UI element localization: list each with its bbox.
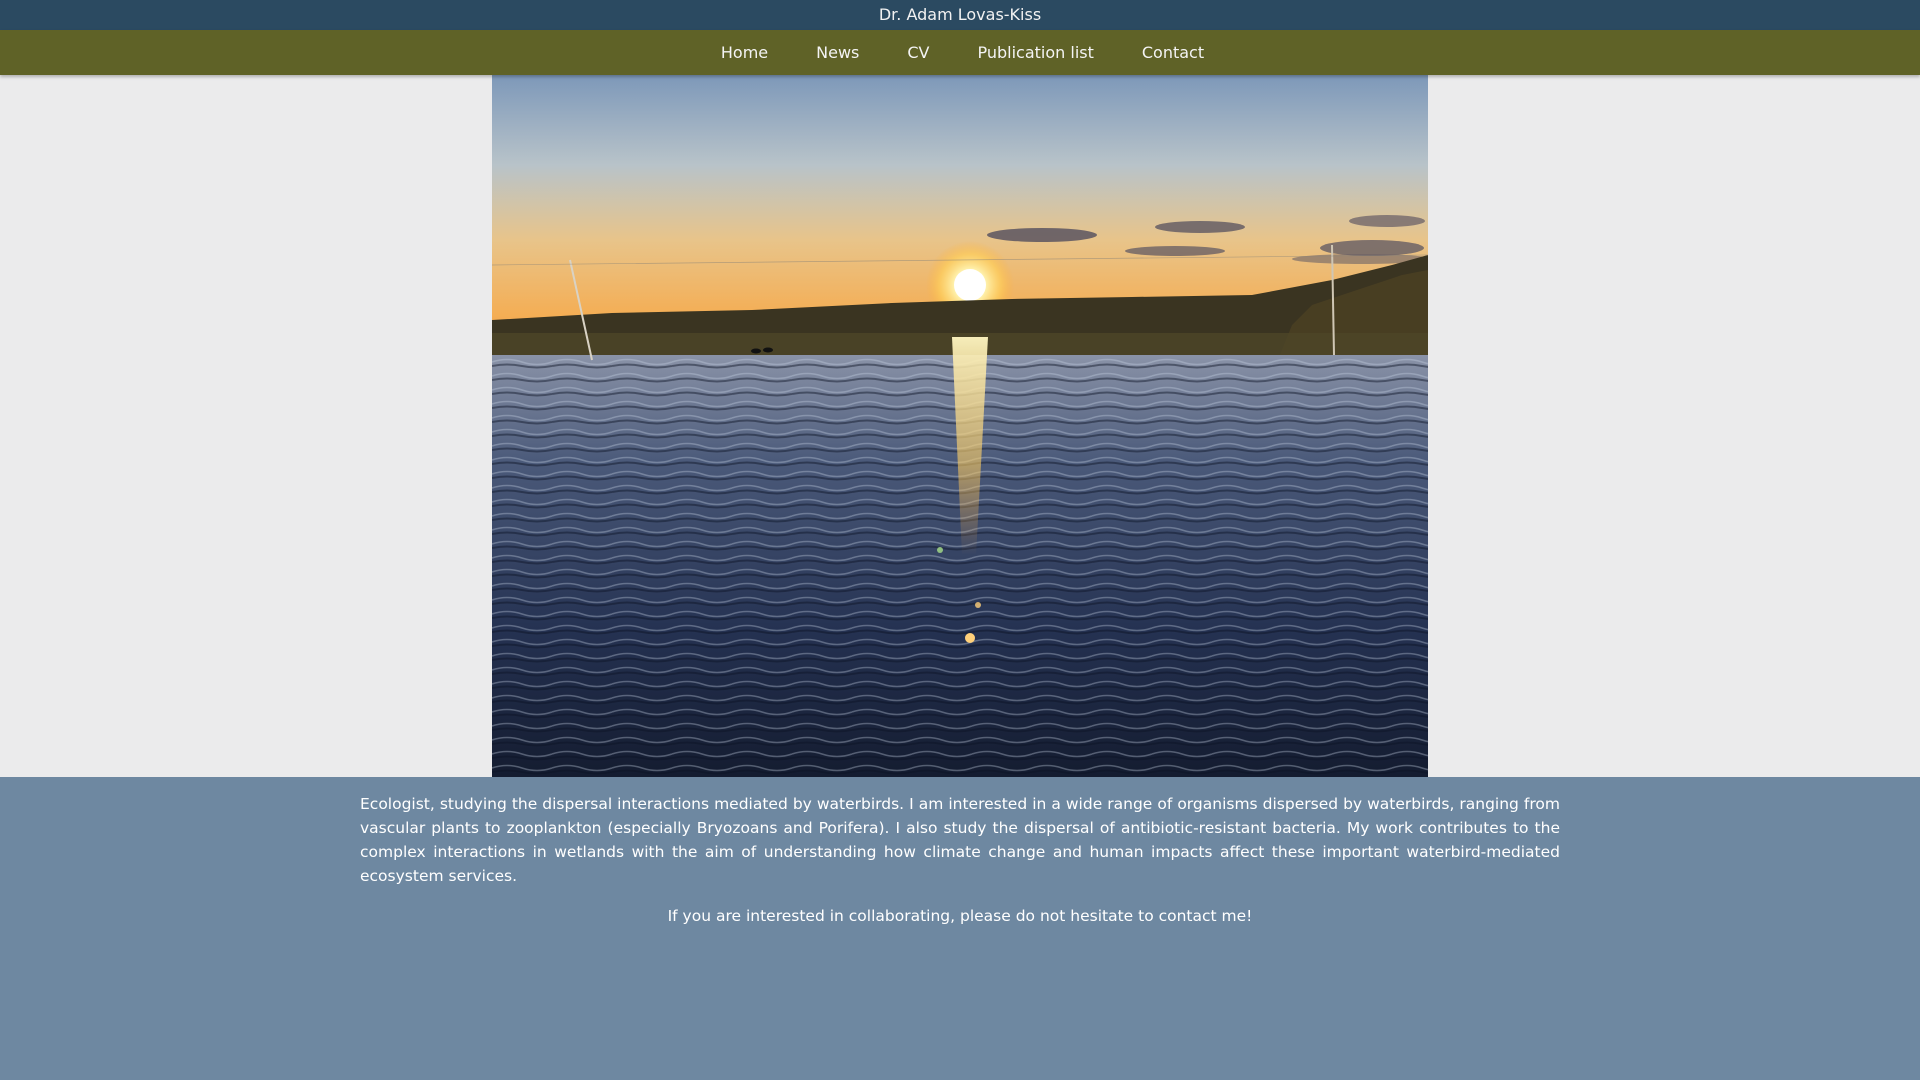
nav-item-cv[interactable]: CV — [907, 43, 929, 62]
site-title: Dr. Adam Lovas-Kiss — [878, 5, 1042, 24]
nav-item-home[interactable]: Home — [721, 43, 768, 62]
main-nav: Home News CV Publication list Contact — [0, 30, 1920, 75]
collaboration-note: If you are interested in collaborating, … — [667, 907, 1253, 925]
nav-item-news[interactable]: News — [816, 43, 859, 62]
bio-paragraph: Ecologist, studying the dispersal intera… — [360, 795, 1560, 885]
hero-image — [492, 75, 1428, 777]
nav-item-publication-list[interactable]: Publication list — [977, 43, 1093, 62]
hero-band — [0, 75, 1920, 777]
main-content: Ecologist, studying the dispersal intera… — [360, 792, 1560, 928]
sunset-wetland-photo — [492, 75, 1428, 777]
nav-item-contact[interactable]: Contact — [1142, 43, 1204, 62]
site-title-bar: Dr. Adam Lovas-Kiss — [0, 0, 1920, 30]
nav-list: Home News CV Publication list Contact — [0, 30, 1920, 75]
